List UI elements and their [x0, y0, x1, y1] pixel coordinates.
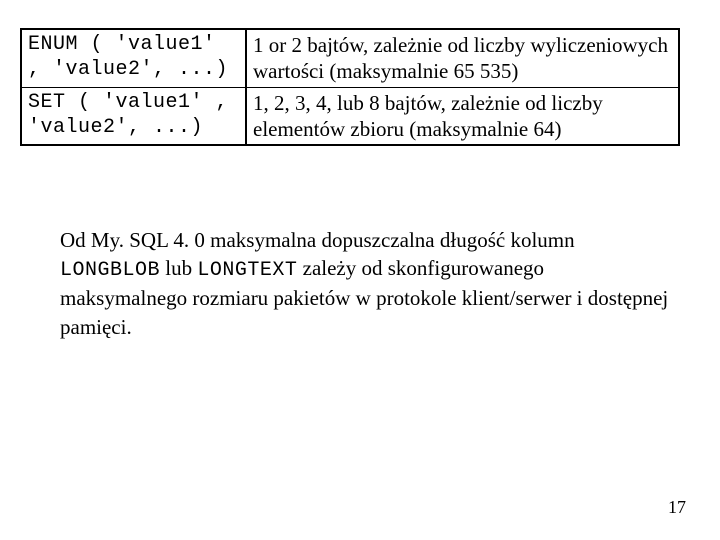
code-literal: LONGTEXT: [197, 259, 297, 282]
cell-description: 1, 2, 3, 4, lub 8 bajtów, zależnie od li…: [246, 87, 679, 145]
code-literal: LONGBLOB: [60, 259, 160, 282]
cell-type: ENUM ( 'value1' , 'value2', ...): [21, 29, 246, 87]
paragraph-text: Od My. SQL 4. 0 maksymalna dopuszczalna …: [60, 228, 575, 252]
paragraph-text: lub: [160, 256, 197, 280]
datatypes-table: ENUM ( 'value1' , 'value2', ...) 1 or 2 …: [20, 28, 680, 146]
table-row: SET ( 'value1' , 'value2', ...) 1, 2, 3,…: [21, 87, 679, 145]
cell-description: 1 or 2 bajtów, zależnie od liczby wylicz…: [246, 29, 679, 87]
cell-type: SET ( 'value1' , 'value2', ...): [21, 87, 246, 145]
document-page: ENUM ( 'value1' , 'value2', ...) 1 or 2 …: [0, 0, 720, 361]
page-number: 17: [668, 497, 686, 518]
table-row: ENUM ( 'value1' , 'value2', ...) 1 or 2 …: [21, 29, 679, 87]
body-paragraph: Od My. SQL 4. 0 maksymalna dopuszczalna …: [20, 226, 700, 341]
